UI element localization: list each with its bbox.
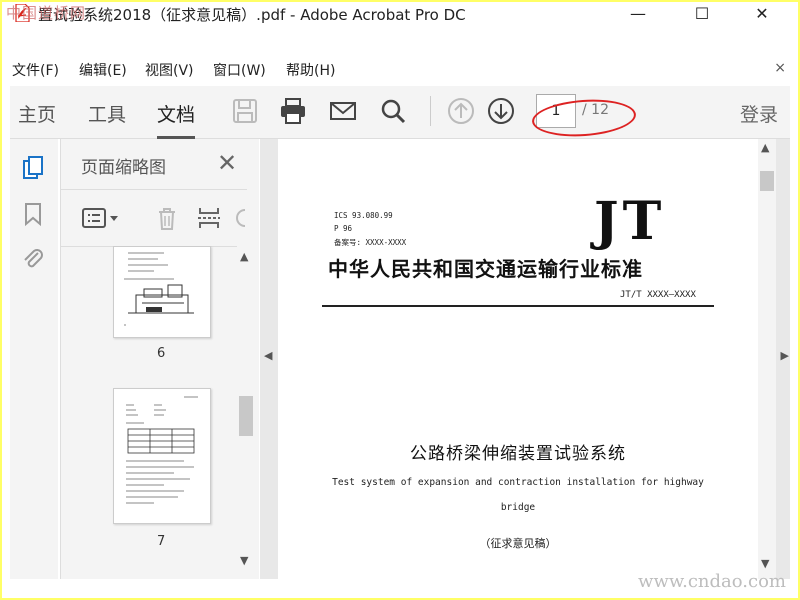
menu-file[interactable]: 文件(F) [12, 60, 59, 80]
thumbnail-scrollbar[interactable]: ▲ ▼ [237, 246, 255, 579]
thumbnail-page-6[interactable] [113, 246, 211, 338]
menu-view[interactable]: 视图(V) [145, 60, 194, 80]
main-toolbar: 主页 工具 文档 1 / 12 登录 [10, 86, 790, 139]
menu-bar: 文件(F) 编辑(E) 视图(V) 窗口(W) 帮助(H) × [2, 60, 798, 82]
tab-document[interactable]: 文档 [157, 100, 196, 139]
thumbnail-list: 6 7 [61, 246, 237, 579]
rotate-icon[interactable] [233, 204, 247, 232]
left-navigation-rail [10, 139, 58, 579]
tab-home[interactable]: 主页 [18, 100, 56, 127]
close-window-button[interactable]: ✕ [742, 2, 782, 26]
thumbnail-label-7: 7 [157, 534, 166, 549]
scrollbar-thumb[interactable] [239, 396, 253, 436]
prev-page-icon[interactable] [446, 96, 476, 126]
options-menu-icon[interactable] [81, 206, 121, 230]
login-button[interactable]: 登录 [740, 100, 778, 127]
next-page-icon[interactable] [486, 96, 516, 126]
jt-standard-logo: JT [594, 191, 666, 252]
delete-icon[interactable] [153, 204, 181, 232]
close-panel-button[interactable]: ✕ [217, 149, 237, 177]
toolbar-separator [430, 96, 431, 126]
doc-filing-number: 备案号: XXXX-XXXX [334, 238, 407, 247]
doc-scrollbar-thumb[interactable] [760, 171, 774, 191]
header-rule [322, 305, 714, 307]
attachment-icon[interactable] [20, 245, 46, 271]
bookmark-icon[interactable] [20, 201, 46, 227]
menu-help[interactable]: 帮助(H) [286, 60, 335, 80]
tab-tools[interactable]: 工具 [88, 100, 126, 127]
thumbnail-toolbar [61, 189, 247, 247]
watermark-bottom: www.cndao.com [638, 571, 786, 592]
standard-code: JT/T XXXX—XXXX [620, 290, 696, 300]
insert-page-icon[interactable] [195, 204, 223, 232]
collapse-right-panel-icon[interactable]: ▶ [781, 349, 789, 362]
page-thumbnails-icon[interactable] [20, 155, 46, 181]
document-scrollbar[interactable]: ▲ ▼ [758, 139, 776, 579]
page-7-preview [126, 396, 198, 504]
doc-scroll-up-icon[interactable]: ▲ [761, 141, 769, 154]
search-icon[interactable] [378, 96, 408, 126]
watermark-top: 中国道桥网 [6, 4, 87, 22]
doc-scroll-down-icon[interactable]: ▼ [761, 557, 769, 570]
menu-edit[interactable]: 编辑(E) [79, 60, 127, 80]
document-title-en-line2: bridge [500, 502, 536, 513]
minimize-button[interactable]: — [618, 2, 658, 26]
page-thumbnails-panel: 页面缩略图 ✕ 6 7 ▲ ▼ [60, 139, 259, 579]
doc-ics: ICS 93.080.99 [334, 211, 393, 220]
standard-header: 中华人民共和国交通运输行业标准 [328, 257, 643, 281]
page-6-preview [124, 252, 194, 326]
document-view: ◀ ICS 93.080.99 P 96 备案号: XXXX-XXXX JT 中… [260, 139, 790, 579]
doc-category: P 96 [334, 224, 353, 233]
mail-icon[interactable] [328, 96, 358, 126]
maximize-button[interactable]: ☐ [682, 2, 722, 26]
panel-title: 页面缩略图 [81, 158, 166, 178]
thumbnail-page-7[interactable] [113, 388, 211, 524]
print-icon[interactable] [278, 96, 308, 126]
menu-window[interactable]: 窗口(W) [213, 60, 266, 80]
collapse-left-panel-icon[interactable]: ◀ [264, 349, 272, 362]
pdf-page-1: ICS 93.080.99 P 96 备案号: XXXX-XXXX JT 中华人… [278, 139, 758, 579]
save-icon[interactable] [230, 96, 260, 126]
thumbnail-label-6: 6 [157, 346, 166, 361]
scroll-down-arrow-icon[interactable]: ▼ [240, 554, 248, 567]
document-status: （征求意见稿） [479, 537, 557, 550]
title-bar: 置试验系统2018（征求意见稿）.pdf - Adobe Acrobat Pro… [2, 2, 798, 36]
document-title: 公路桥梁伸缩装置试验系统 [410, 444, 626, 464]
app-window: 置试验系统2018（征求意见稿）.pdf - Adobe Acrobat Pro… [2, 2, 798, 598]
close-document-button[interactable]: × [774, 60, 786, 76]
document-title-en-line1: Test system of expansion and contraction… [332, 477, 704, 488]
window-title: 置试验系统2018（征求意见稿）.pdf - Adobe Acrobat Pro… [38, 6, 466, 24]
scroll-up-arrow-icon[interactable]: ▲ [240, 250, 248, 263]
